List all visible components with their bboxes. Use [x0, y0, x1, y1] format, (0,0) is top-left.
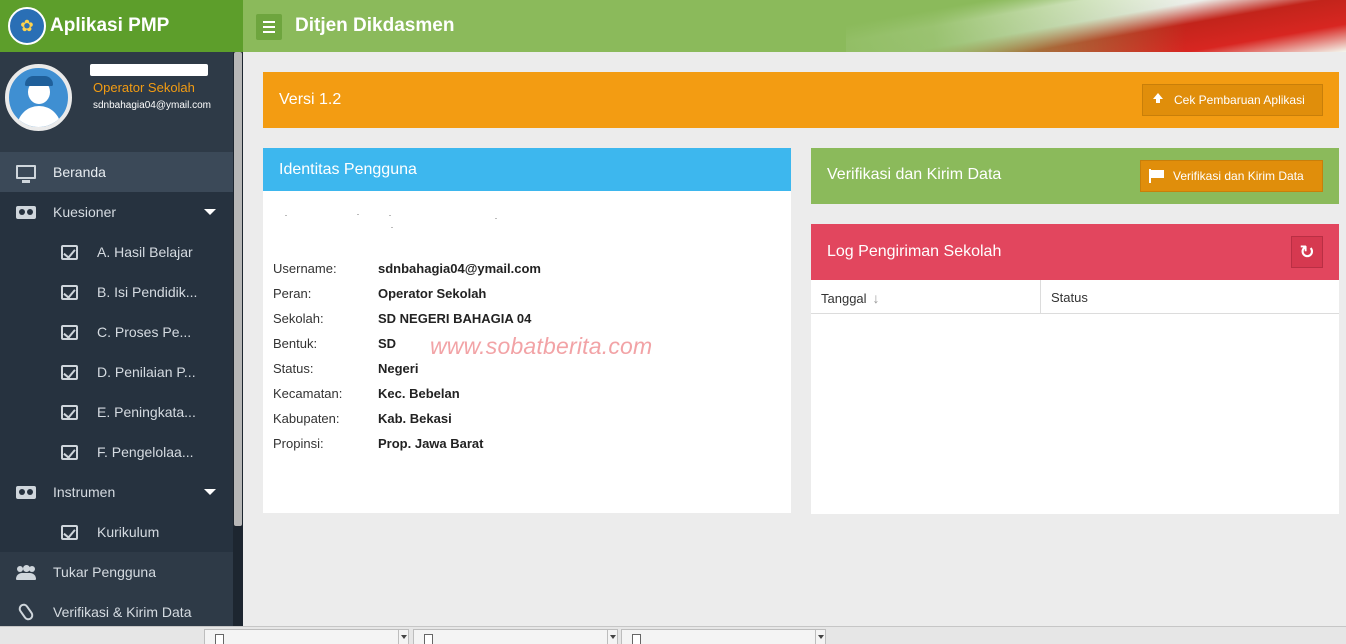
column-status[interactable]: Status — [1041, 280, 1098, 313]
check-square-icon — [61, 364, 78, 380]
verification-title: Verifikasi dan Kirim Data — [827, 166, 1002, 183]
sidebar-scrollbar-thumb[interactable] — [234, 52, 242, 526]
sidebar-item-verifikasi[interactable]: Verifikasi & Kirim Data — [0, 592, 233, 626]
refresh-icon: ↻ — [1299, 241, 1315, 262]
taskbar-item[interactable] — [621, 629, 826, 644]
sidebar-item-proses[interactable]: C. Proses Pe... — [0, 312, 233, 352]
sidebar-item-peningkatan[interactable]: E. Peningkata... — [0, 392, 233, 432]
identity-title: Identitas Pengguna — [263, 148, 791, 191]
caret-down-icon — [204, 209, 216, 215]
sidebar-item-tukar-pengguna[interactable]: Tukar Pengguna — [0, 552, 233, 592]
sort-down-icon: ↓ — [872, 290, 880, 306]
identity-row: Peran: Operator Sekolah — [273, 286, 487, 301]
clipboard-icon — [15, 485, 37, 499]
verify-send-button[interactable]: Verifikasi dan Kirim Data — [1140, 160, 1323, 192]
sidebar-scrollbar[interactable] — [233, 52, 243, 626]
taskbar — [0, 626, 1346, 644]
check-square-icon — [61, 524, 78, 540]
verification-panel: Verifikasi dan Kirim Data Verifikasi dan… — [811, 148, 1339, 204]
check-square-icon — [61, 284, 78, 300]
check-square-icon — [61, 244, 78, 260]
document-icon — [215, 634, 224, 644]
sidebar-item-isi-pendidikan[interactable]: B. Isi Pendidik... — [0, 272, 233, 312]
header-title: Ditjen Dikdasmen — [295, 15, 455, 36]
redacted-school-name — [285, 213, 505, 233]
log-title: Log Pengiriman Sekolah — [827, 243, 1002, 260]
log-header: Log Pengiriman Sekolah ↻ — [811, 224, 1339, 280]
clipboard-icon — [15, 205, 37, 219]
tut-wuri-logo-icon: ✿ — [8, 7, 46, 45]
version-text: Versi 1.2 — [279, 91, 342, 108]
sidebar-item-beranda[interactable]: Beranda — [0, 152, 233, 192]
check-square-icon — [61, 404, 78, 420]
sidebar: Operator Sekolah sdnbahagia04@ymail.com … — [0, 52, 243, 626]
sidebar-item-instrumen[interactable]: Instrumen — [0, 472, 233, 512]
column-tanggal[interactable]: Tanggal ↓ — [811, 280, 1041, 313]
user-panel: Operator Sekolah sdnbahagia04@ymail.com — [0, 52, 233, 152]
identity-row: Kabupaten: Kab. Bekasi — [273, 411, 452, 426]
sidebar-item-kurikulum[interactable]: Kurikulum — [0, 512, 233, 552]
caret-down-icon — [204, 489, 216, 495]
menu-toggle-button[interactable] — [256, 14, 282, 40]
log-panel: Log Pengiriman Sekolah ↻ Tanggal ↓ Status — [811, 224, 1339, 514]
document-icon — [632, 634, 641, 644]
identity-panel: Identitas Pengguna Username: sdnbahagia04… — [263, 148, 791, 513]
brand[interactable]: ✿ Aplikasi PMP — [0, 0, 243, 52]
identity-row: Kecamatan: Kec. Bebelan — [273, 386, 460, 401]
sidebar-item-hasil-belajar[interactable]: A. Hasil Belajar — [0, 232, 233, 272]
top-header: Ditjen Dikdasmen — [243, 0, 1346, 52]
monitor-icon — [15, 165, 37, 183]
flag-icon — [1149, 169, 1165, 183]
document-icon — [424, 634, 433, 644]
watermark: www.sobatberita.com — [430, 333, 653, 359]
sidebar-menu: Beranda Kuesioner A. Hasil Belajar B. Is… — [0, 152, 233, 626]
caret-down-icon[interactable] — [815, 630, 825, 644]
check-update-button[interactable]: Cek Pembaruan Aplikasi — [1142, 84, 1323, 116]
check-square-icon — [61, 324, 78, 340]
refresh-button[interactable]: ↻ — [1291, 236, 1323, 268]
identity-row: Sekolah: SD NEGERI BAHAGIA 04 — [273, 311, 532, 326]
user-email: sdnbahagia04@ymail.com — [93, 100, 211, 111]
identity-row: Propinsi: Prop. Jawa Barat — [273, 436, 484, 451]
log-table-header: Tanggal ↓ Status — [811, 280, 1339, 314]
user-role: Operator Sekolah — [93, 80, 195, 95]
sidebar-item-kuesioner[interactable]: Kuesioner — [0, 192, 233, 232]
caret-down-icon[interactable] — [607, 630, 617, 644]
avatar — [5, 64, 72, 131]
redacted-name — [90, 64, 208, 76]
upload-icon — [1151, 93, 1165, 107]
taskbar-item[interactable] — [204, 629, 409, 644]
version-bar: Versi 1.2 Cek Pembaruan Aplikasi — [263, 72, 1339, 128]
paperclip-icon — [15, 601, 37, 623]
caret-down-icon[interactable] — [398, 630, 408, 644]
taskbar-item[interactable] — [413, 629, 618, 644]
sidebar-item-pengelolaan[interactable]: F. Pengelolaa... — [0, 432, 233, 472]
brand-title: Aplikasi PMP — [50, 15, 170, 36]
check-square-icon — [61, 444, 78, 460]
sidebar-item-penilaian[interactable]: D. Penilaian P... — [0, 352, 233, 392]
users-icon — [15, 565, 37, 580]
identity-row: Username: sdnbahagia04@ymail.com — [273, 261, 541, 276]
